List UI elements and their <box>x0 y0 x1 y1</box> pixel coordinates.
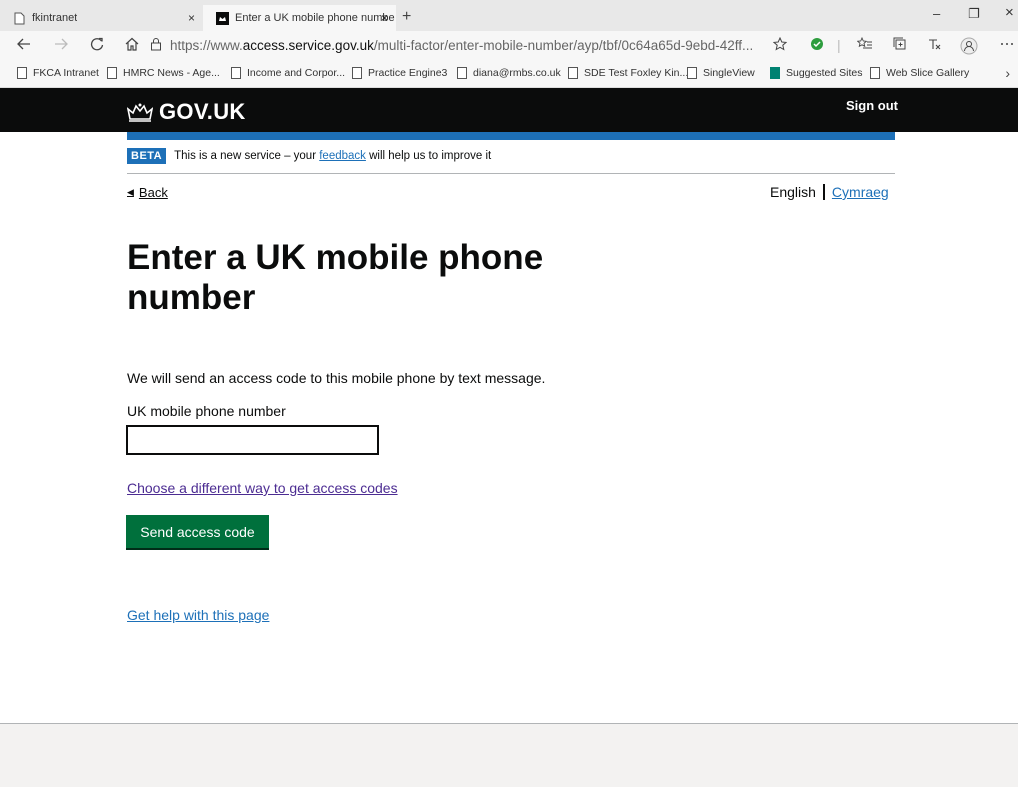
favorite-item[interactable]: SDE Test Foxley Kin... <box>568 67 688 79</box>
beta-text: This is a new service – your feedback wi… <box>174 150 492 162</box>
back-link[interactable]: ◀ Back <box>127 185 168 200</box>
favorite-item[interactable]: HMRC News - Age... <box>107 67 220 79</box>
favorites-bar: FKCA Intranet HMRC News - Age... Income … <box>0 61 1018 88</box>
refresh-icon[interactable] <box>90 37 104 55</box>
caret-left-icon: ◀ <box>127 187 134 197</box>
tab-title: fkintranet <box>32 12 78 24</box>
browser-tab-bar: fkintranet × Enter a UK mobile phone num… <box>0 0 1018 31</box>
lang-separator <box>822 184 825 200</box>
chevron-right-icon[interactable]: › <box>1005 65 1010 81</box>
favorites-icon[interactable] <box>856 36 873 54</box>
address-bar: https://www.access.service.gov.uk/multi-… <box>0 31 1018 61</box>
send-access-code-button[interactable]: Send access code <box>126 515 269 548</box>
favorite-item[interactable]: FKCA Intranet <box>17 67 99 79</box>
page-footer <box>0 723 1018 787</box>
profile-icon[interactable] <box>960 37 978 58</box>
browser-tab-active[interactable]: Enter a UK mobile phone numbe × <box>203 5 396 31</box>
close-tab-icon[interactable]: × <box>381 11 388 25</box>
lock-icon[interactable] <box>150 37 162 55</box>
more-icon[interactable] <box>1000 37 1014 54</box>
close-tab-icon[interactable]: × <box>188 11 195 25</box>
page-icon <box>17 67 27 79</box>
url-prefix: https://www. <box>170 38 243 53</box>
back-arrow-icon[interactable] <box>17 37 31 55</box>
tab-title: Enter a UK mobile phone numbe <box>235 12 395 24</box>
different-way-link[interactable]: Choose a different way to get access cod… <box>127 480 398 496</box>
bing-icon <box>770 67 780 79</box>
url-path: /multi-factor/enter-mobile-number/ayp/tb… <box>373 38 754 53</box>
page-title: Enter a UK mobile phone number <box>127 238 544 317</box>
page-icon <box>568 67 578 79</box>
govuk-header: GOV.UK Sign out <box>0 88 1018 132</box>
crown-icon <box>126 102 154 122</box>
page-icon <box>457 67 467 79</box>
back-label: Back <box>138 185 168 200</box>
page-icon <box>107 67 117 79</box>
page-icon <box>687 67 697 79</box>
browser-tab-fkintranet[interactable]: fkintranet × <box>0 5 203 31</box>
govuk-favicon-icon <box>215 11 229 25</box>
favorite-item[interactable]: Web Slice Gallery <box>870 67 969 79</box>
home-icon[interactable] <box>125 37 139 55</box>
url-host: access.service.gov.uk <box>242 38 374 53</box>
feedback-link[interactable]: feedback <box>319 150 366 162</box>
beta-tag: BETA <box>127 148 167 164</box>
shield-check-icon[interactable] <box>810 37 824 54</box>
star-icon[interactable] <box>772 36 788 54</box>
hint-text: We will send an access code to this mobi… <box>127 370 546 386</box>
favorite-item[interactable]: SingleView <box>687 67 755 79</box>
page-icon <box>352 67 362 79</box>
help-link[interactable]: Get help with this page <box>127 607 269 623</box>
logo-text: GOV.UK <box>159 99 246 124</box>
page-icon <box>231 67 241 79</box>
mobile-phone-input[interactable] <box>126 425 379 455</box>
page-icon <box>12 11 26 25</box>
beta-banner: BETA This is a new service – your feedba… <box>127 148 895 174</box>
favorite-item[interactable]: Income and Corpor... <box>231 67 345 79</box>
url-field[interactable]: https://www.access.service.gov.uk/multi-… <box>170 38 753 53</box>
lang-english: English <box>770 184 816 200</box>
language-toggle: English Cymraeg <box>770 184 889 200</box>
minimize-icon[interactable]: – <box>933 6 940 21</box>
close-window-icon[interactable]: × <box>1005 4 1014 21</box>
favorite-item[interactable]: Suggested Sites <box>770 67 862 79</box>
forward-arrow-icon[interactable] <box>54 37 68 55</box>
sign-out-link[interactable]: Sign out <box>846 98 898 113</box>
govuk-logo[interactable]: GOV.UK <box>126 99 246 125</box>
favorite-item[interactable]: diana@rmbs.co.uk <box>457 67 561 79</box>
toolbar-divider: | <box>837 37 841 53</box>
collections-icon[interactable] <box>893 37 907 54</box>
header-blue-bar <box>127 132 895 140</box>
favorite-item[interactable]: Practice Engine3 <box>352 67 447 79</box>
page-icon <box>870 67 880 79</box>
lang-cymraeg-link[interactable]: Cymraeg <box>832 184 889 200</box>
new-tab-icon[interactable]: + <box>402 8 411 26</box>
restore-icon[interactable]: ❐ <box>968 6 980 22</box>
read-aloud-icon[interactable] <box>927 37 941 54</box>
phone-field-label: UK mobile phone number <box>127 403 286 419</box>
